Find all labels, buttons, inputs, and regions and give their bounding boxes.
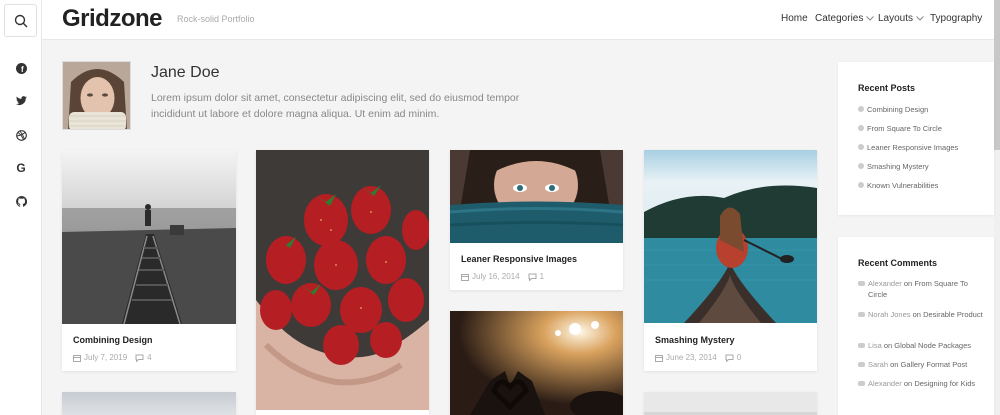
post-card-strawberries[interactable] [256,150,429,415]
scrollbar-thumb[interactable] [994,0,1000,150]
post-image [450,311,623,415]
bullet-icon [858,182,864,188]
post-image [62,392,236,415]
nav-categories[interactable]: Categories [815,13,875,24]
search-button[interactable] [4,4,37,37]
recent-posts-widget: Recent Posts Combining Design From Squar… [838,62,994,215]
calendar-icon [655,354,663,362]
calendar-icon [73,354,81,362]
nav-home[interactable]: Home [781,13,808,24]
post-card-smashing-mystery[interactable]: Smashing Mystery June 23, 2014 0 [644,150,817,371]
post-comment-count[interactable]: 0 [737,353,741,362]
github-link[interactable] [0,194,42,208]
recent-post-item[interactable]: From Square To Circle [858,123,988,134]
recent-comment-item: Alexander on From Square To Circle [858,278,988,300]
bullet-icon [858,125,864,131]
dribbble-icon [15,129,27,141]
facebook-link[interactable]: f [0,61,42,75]
post-card-leaner-responsive-images[interactable]: Leaner Responsive Images July 16, 2014 1 [450,150,623,290]
bullet-icon [858,163,864,169]
widget-title: Recent Comments [858,258,938,268]
google-icon: G [16,161,26,175]
comment-icon [135,354,144,362]
post-meta: June 23, 2014 0 [655,353,741,362]
twitter-icon [15,96,27,106]
comment-icon [858,343,865,348]
scrollbar[interactable] [994,0,1000,415]
recent-post-item[interactable]: Combining Design [858,104,988,115]
post-meta: July 7, 2019 4 [73,353,152,362]
post-date: July 16, 2014 [472,272,520,281]
comment-icon [858,362,865,367]
nav-typography[interactable]: Typography [930,13,982,24]
post-image [62,150,236,324]
post-title[interactable]: Leaner Responsive Images [461,254,577,264]
author-bio: Lorem ipsum dolor sit amet, consectetur … [151,92,520,120]
comment-icon [725,354,734,362]
site-tagline: Rock-solid Portfolio [177,14,255,24]
svg-text:f: f [20,65,23,74]
post-image [256,150,429,410]
chevron-down-icon [916,16,924,21]
post-comment-count[interactable]: 4 [147,353,151,362]
post-image [644,392,817,415]
recent-comment-item: Sarah on Gallery Format Post [858,359,988,370]
post-image [644,150,817,323]
nav-categories-label: Categories [815,13,864,24]
bullet-icon [858,144,864,150]
recent-comment-item: Lisa on Global Node Packages [858,340,988,351]
author-avatar [62,61,131,130]
dribbble-link[interactable] [0,128,42,142]
facebook-icon: f [15,62,27,74]
github-icon [15,195,27,207]
post-date: July 7, 2019 [84,353,128,362]
comment-icon [858,281,865,286]
recent-post-item[interactable]: Known Vulnerabilities [858,180,988,191]
post-image [450,150,623,243]
author-name: Jane Doe [151,64,220,81]
post-card-combining-design[interactable]: Combining Design July 7, 2019 4 [62,150,236,371]
recent-comment-item: Norah Jones on Desirable Product [858,309,988,320]
site-header: Gridzone Rock-solid Portfolio Home Categ… [42,0,994,40]
nav-layouts-label: Layouts [878,13,914,24]
post-meta: July 16, 2014 1 [461,272,544,281]
post-card-concert[interactable] [450,311,623,415]
left-rail: f G [0,0,42,415]
twitter-link[interactable] [0,94,42,108]
site-logo[interactable]: Gridzone [62,5,163,33]
recent-comment-item: Alexander on Designing for Kids [858,378,988,389]
post-comment-count[interactable]: 1 [540,272,544,281]
nav-layouts[interactable]: Layouts [878,13,924,24]
recent-post-item[interactable]: Leaner Responsive Images [858,142,988,153]
chevron-down-icon [866,16,875,21]
widget-title: Recent Posts [858,83,916,93]
search-icon [14,14,27,27]
post-date: June 23, 2014 [666,353,717,362]
calendar-icon [461,273,469,281]
comment-icon [858,381,865,386]
post-card-partial[interactable] [644,392,817,415]
comment-icon [858,312,865,317]
post-title[interactable]: Combining Design [73,335,153,345]
comment-icon [528,273,537,281]
recent-post-item[interactable]: Smashing Mystery [858,161,988,172]
post-title[interactable]: Smashing Mystery [655,335,735,345]
bullet-icon [858,106,864,112]
recent-comments-widget: Recent Comments Alexander on From Square… [838,237,994,415]
post-card-partial[interactable] [62,392,236,415]
google-link[interactable]: G [0,161,42,175]
